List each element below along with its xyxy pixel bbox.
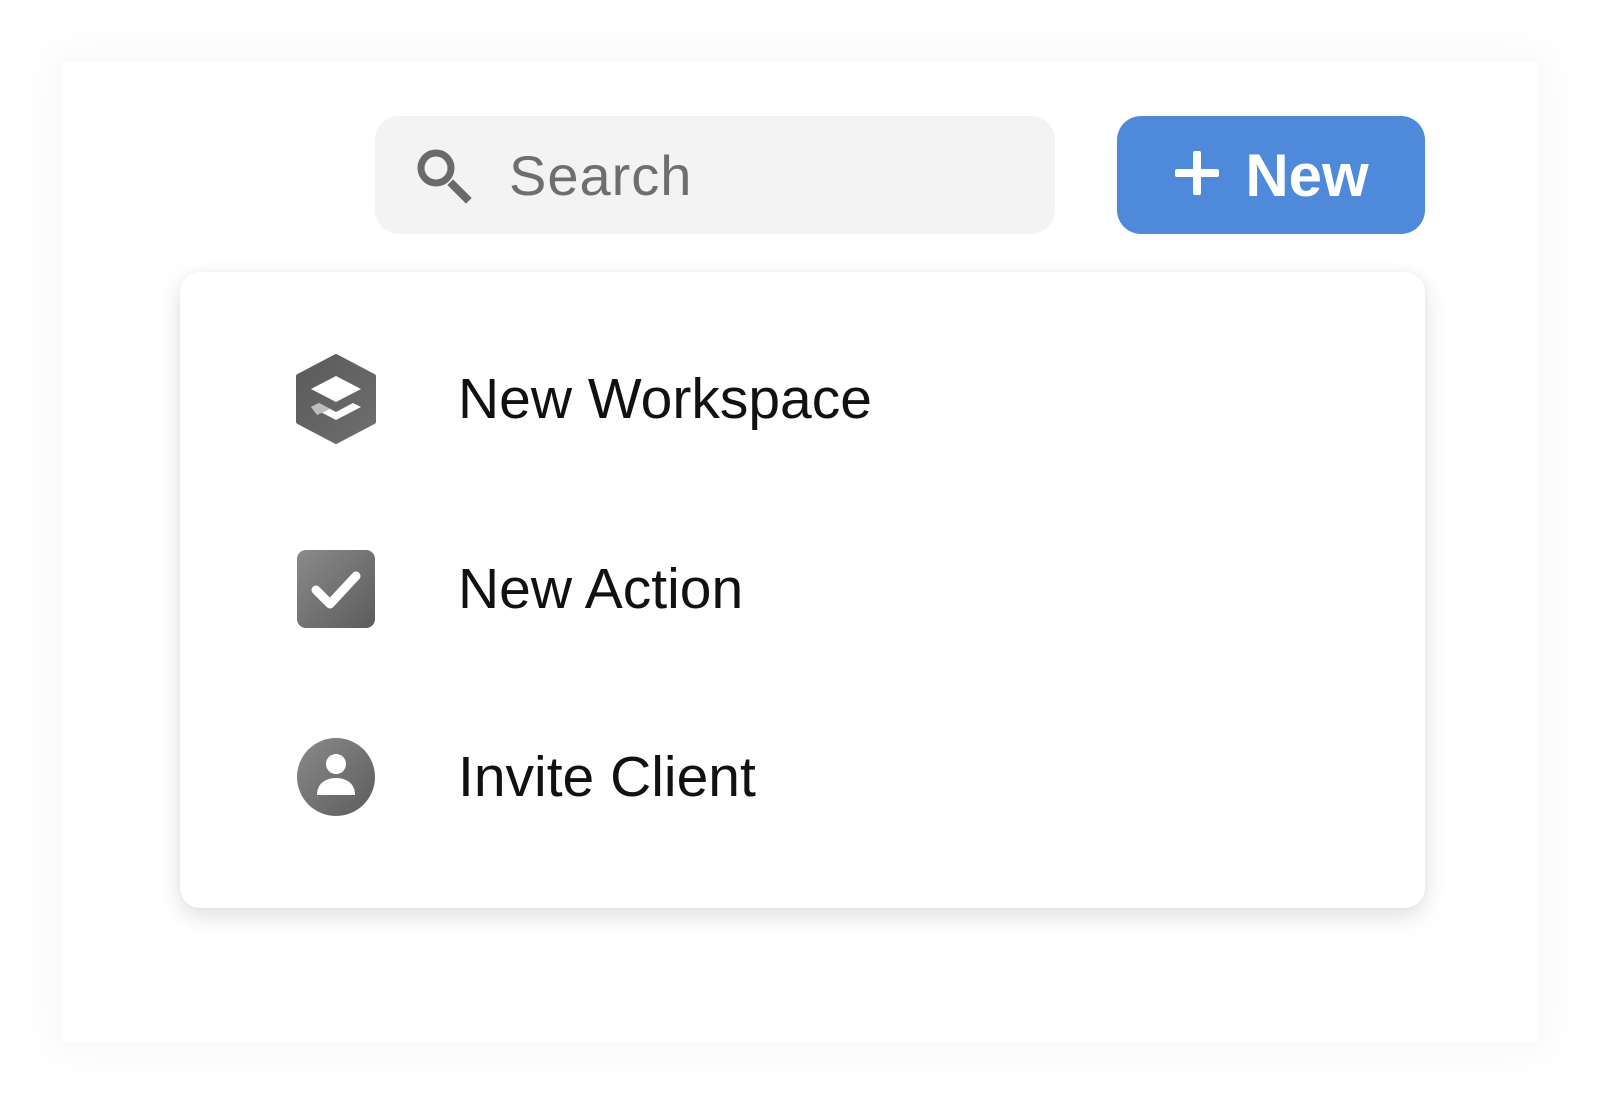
new-button-label: New bbox=[1245, 141, 1369, 209]
menu-item-invite-client[interactable]: Invite Client bbox=[180, 702, 1425, 852]
new-button[interactable]: New bbox=[1117, 116, 1425, 234]
new-dropdown-menu: New Workspace New Action Invite Client bbox=[180, 272, 1425, 908]
checkbox-check-icon bbox=[295, 544, 377, 634]
search-icon bbox=[413, 145, 473, 205]
search-placeholder: Search bbox=[509, 143, 693, 207]
plus-icon bbox=[1173, 149, 1245, 202]
search-input[interactable]: Search bbox=[375, 116, 1055, 234]
menu-item-new-workspace[interactable]: New Workspace bbox=[180, 324, 1425, 474]
workspace-layers-icon bbox=[295, 354, 377, 444]
menu-item-label: Invite Client bbox=[458, 745, 756, 809]
menu-item-new-action[interactable]: New Action bbox=[180, 514, 1425, 664]
user-avatar-icon bbox=[295, 732, 377, 822]
menu-item-label: New Workspace bbox=[458, 367, 872, 431]
menu-item-label: New Action bbox=[458, 557, 744, 621]
